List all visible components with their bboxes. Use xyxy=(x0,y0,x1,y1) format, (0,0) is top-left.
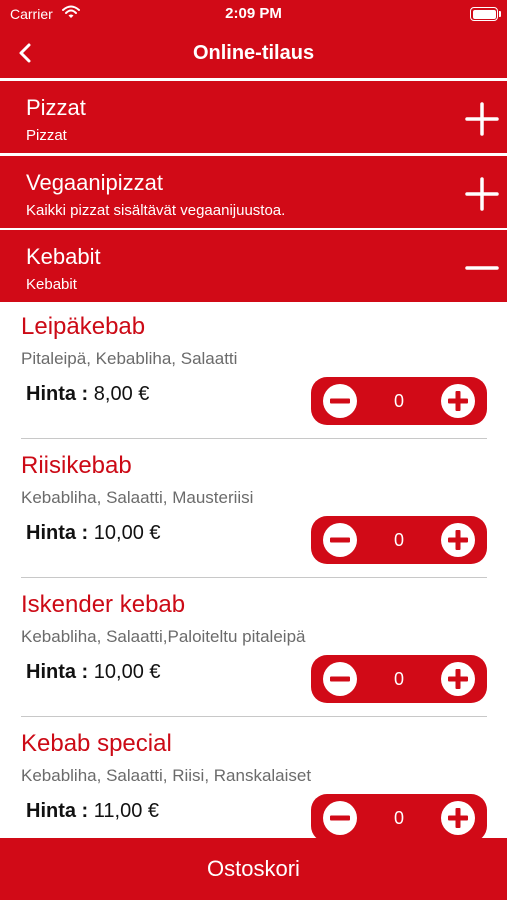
item-name: Riisikebab xyxy=(21,452,132,479)
battery-icon xyxy=(470,7,498,21)
status-bar: Carrier 2:09 PM xyxy=(0,0,507,30)
item-name: Iskender kebab xyxy=(21,591,186,618)
category-kebabit[interactable]: Kebabit Kebabit xyxy=(0,230,507,302)
increase-plus-icon[interactable] xyxy=(439,799,477,837)
item-name: Leipäkebab xyxy=(21,313,146,340)
item-description: Kebabliha, Salaatti,Paloiteltu pitaleipä xyxy=(21,627,306,646)
cart-button[interactable]: Ostoskori xyxy=(0,838,507,900)
price-value: 10,00 € xyxy=(93,522,161,544)
category-pizzat[interactable]: Pizzat Pizzat xyxy=(0,81,507,153)
category-subtitle: Pizzat xyxy=(26,127,67,144)
divider xyxy=(21,716,487,717)
page-title: Online-tilaus xyxy=(192,42,315,64)
item-price: Hinta : 10,00 € xyxy=(26,522,161,545)
decrease-minus-icon[interactable] xyxy=(321,660,359,698)
item-name: Kebab special xyxy=(21,730,172,757)
increase-plus-icon[interactable] xyxy=(439,521,477,559)
quantity-value: 0 xyxy=(393,808,404,828)
quantity-stepper: 0 xyxy=(311,655,487,703)
item-description: Kebabliha, Salaatti, Mausteriisi xyxy=(21,488,254,507)
price-value: 11,00 € xyxy=(93,800,160,822)
price-label: Hinta : xyxy=(26,522,89,544)
category-title: Pizzat xyxy=(26,95,86,120)
decrease-minus-icon[interactable] xyxy=(321,799,359,837)
price-value: 10,00 € xyxy=(93,661,161,683)
category-subtitle: Kaikki pizzat sisältävät vegaanijuustoa. xyxy=(26,202,286,219)
quantity-value: 0 xyxy=(393,391,404,411)
divider xyxy=(21,438,487,439)
category-title: Kebabit xyxy=(26,244,101,269)
nav-bar: Online-tilaus xyxy=(0,30,507,78)
quantity-value: 0 xyxy=(393,530,404,550)
divider xyxy=(21,577,487,578)
decrease-minus-icon[interactable] xyxy=(321,382,359,420)
price-label: Hinta : xyxy=(26,383,89,405)
battery-tip xyxy=(499,11,501,17)
quantity-stepper: 0 xyxy=(311,377,487,425)
price-value: 8,00 € xyxy=(93,383,150,405)
item-price: Hinta : 8,00 € xyxy=(26,383,149,406)
price-label: Hinta : xyxy=(26,800,89,822)
item-price: Hinta : 10,00 € xyxy=(26,661,161,684)
quantity-stepper: 0 xyxy=(311,516,487,564)
expand-plus-icon[interactable] xyxy=(464,101,500,137)
item-description: Kebabliha, Salaatti, Riisi, Ranskalaiset xyxy=(21,766,312,785)
quantity-value: 0 xyxy=(393,669,404,689)
increase-plus-icon[interactable] xyxy=(439,660,477,698)
quantity-stepper: 0 xyxy=(311,794,487,842)
category-vegaanipizzat[interactable]: Vegaanipizzat Kaikki pizzat sisältävät v… xyxy=(0,156,507,228)
category-subtitle: Kebabit xyxy=(26,276,77,293)
item-price: Hinta : 11,00 € xyxy=(26,800,159,823)
category-title: Vegaanipizzat xyxy=(26,170,163,195)
collapse-minus-icon[interactable] xyxy=(464,250,500,286)
item-description: Pitaleipä, Kebabliha, Salaatti xyxy=(21,349,238,368)
expand-plus-icon[interactable] xyxy=(464,176,500,212)
price-label: Hinta : xyxy=(26,661,89,683)
cart-label: Ostoskori xyxy=(207,856,300,881)
decrease-minus-icon[interactable] xyxy=(321,521,359,559)
status-time: 2:09 PM xyxy=(225,5,282,22)
increase-plus-icon[interactable] xyxy=(439,382,477,420)
